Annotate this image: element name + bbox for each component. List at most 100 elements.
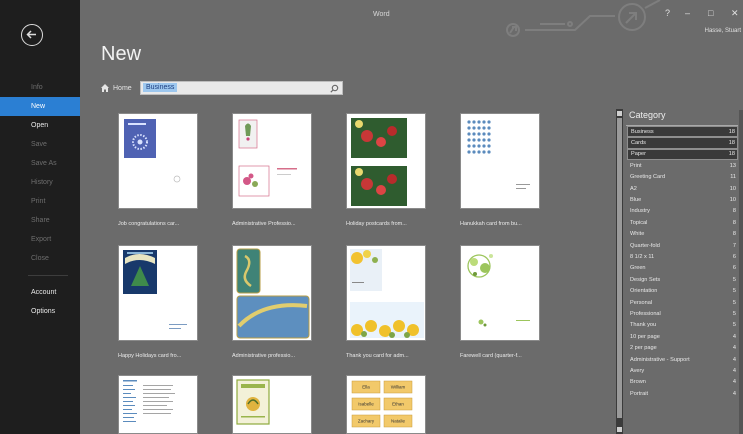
scroll-down-icon[interactable] [617, 427, 622, 432]
category-item[interactable]: Thank you 5 [627, 320, 738, 331]
nav-item-export[interactable]: Export [0, 230, 80, 249]
category-item[interactable]: Cards 18 [627, 137, 738, 149]
category-name: Design Sets [630, 276, 661, 283]
category-name: 8 1/2 x 11 [630, 253, 655, 260]
name-tag-text: Zachary [358, 419, 375, 424]
name-tag-text: Isabelle [358, 402, 374, 407]
category-item[interactable]: Brown 4 [627, 377, 738, 388]
category-count: 5 [732, 288, 736, 295]
template-thumbnail[interactable] [118, 113, 198, 209]
category-item[interactable]: Industry 8 [627, 206, 738, 217]
template-thumbnail[interactable] [232, 113, 312, 209]
page-scrollbar[interactable] [739, 110, 743, 434]
category-item[interactable]: Business 18 [627, 126, 738, 138]
close-button[interactable]: ✕ [731, 8, 739, 19]
category-count: 4 [732, 390, 736, 397]
backstage-sidebar: Info New Open Save Save As History Print… [0, 0, 80, 434]
category-item[interactable]: Personal 5 [627, 297, 738, 308]
nav-item-info[interactable]: Info [0, 78, 80, 97]
help-button[interactable]: ? [665, 8, 670, 18]
template-search-input[interactable]: Business [140, 81, 343, 95]
category-count: 4 [732, 367, 736, 374]
nav-item-account[interactable]: Account [0, 283, 80, 302]
category-item[interactable]: Professional 5 [627, 308, 738, 319]
category-name: Green [630, 265, 646, 272]
category-count: 8 [732, 231, 736, 238]
category-item[interactable]: Paper 18 [627, 148, 738, 161]
template-thumbnail[interactable] [460, 245, 540, 341]
category-item[interactable]: Administrative - Support 4 [627, 354, 738, 365]
signed-in-user[interactable]: Hasse, Stuart [705, 28, 741, 34]
nav-item-save[interactable]: Save [0, 135, 80, 154]
category-count: 4 [732, 345, 736, 352]
name-tag-text: Ethan [392, 402, 404, 407]
template-label: Happy Holidays card fro... [118, 353, 182, 359]
template-thumbnail[interactable] [118, 375, 198, 434]
template-thumbnail[interactable] [346, 113, 426, 209]
nav-item-history[interactable]: History [0, 173, 80, 192]
category-item[interactable]: White 8 [627, 229, 738, 240]
category-count: 18 [728, 140, 735, 147]
category-count: 4 [732, 333, 736, 340]
template-thumbnail[interactable]: Ella William Isabelle Ethan Zachary Nata… [346, 375, 426, 434]
nav-item-save-as[interactable]: Save As [0, 154, 80, 173]
category-item[interactable]: 8 1/2 x 11 6 [627, 251, 738, 262]
nav-item-share[interactable]: Share [0, 211, 80, 230]
search-value: Business [143, 83, 178, 92]
template-thumbnail[interactable] [232, 375, 312, 434]
nav-item-close[interactable]: Close [0, 249, 80, 268]
category-count: 10 [729, 185, 736, 192]
category-count: 5 [732, 310, 736, 317]
page-title: New [101, 43, 142, 65]
category-count: 5 [732, 322, 736, 329]
nav-item-print[interactable]: Print [0, 192, 80, 211]
template-thumbnail[interactable] [460, 113, 540, 209]
category-item[interactable]: Greeting Card 11 [627, 172, 738, 183]
category-name: Personal [630, 299, 653, 306]
template-label: Administrative professio... [232, 353, 295, 359]
template-thumbnail[interactable] [118, 245, 198, 341]
category-scrollbar[interactable] [616, 109, 623, 434]
maximize-button[interactable]: □ [708, 8, 713, 18]
window-title: Word [373, 11, 390, 18]
category-name: Professional [630, 310, 661, 317]
home-link[interactable]: Home [101, 84, 132, 92]
back-arrow-icon[interactable] [21, 24, 43, 46]
category-name: Brown [630, 379, 646, 386]
backstage-nav: Info New Open Save Save As History Print… [0, 78, 80, 321]
category-item[interactable]: Blue 10 [627, 194, 738, 205]
template-thumbnail[interactable] [346, 245, 426, 341]
category-count: 6 [732, 265, 736, 272]
nav-item-open[interactable]: Open [0, 116, 80, 135]
scrollbar-thumb[interactable] [617, 118, 622, 418]
category-item[interactable]: Topical 8 [627, 217, 738, 228]
category-item[interactable]: Portrait 4 [627, 388, 738, 399]
nav-item-new[interactable]: New [0, 97, 80, 116]
category-count: 6 [732, 253, 736, 260]
category-count: 13 [729, 162, 736, 169]
category-item[interactable]: Quarter-fold 7 [627, 240, 738, 251]
template-label: Job congratulations car... [118, 221, 180, 227]
template-thumbnail[interactable] [232, 245, 312, 341]
category-name: Thank you [630, 322, 657, 329]
category-item[interactable]: A2 10 [627, 183, 738, 194]
category-name: 2 per page [630, 345, 657, 352]
search-icon[interactable] [330, 84, 339, 93]
category-item[interactable]: Avery 4 [627, 365, 738, 376]
category-count: 5 [732, 299, 736, 306]
category-item[interactable]: Design Sets 5 [627, 274, 738, 285]
nav-item-options[interactable]: Options [0, 302, 80, 321]
category-item[interactable]: Orientation 5 [627, 285, 738, 296]
scroll-up-icon[interactable] [617, 111, 622, 116]
category-name: 10 per page [630, 333, 660, 340]
category-name: A2 [630, 185, 637, 192]
category-name: Blue [630, 197, 642, 204]
category-item[interactable]: Print 13 [627, 160, 738, 171]
minimize-button[interactable]: – [685, 8, 690, 18]
category-panel: Category Business 18 Cards 18 Paper 18 Print 13… [616, 109, 743, 434]
title-bar: Word ? – □ ✕ Hasse, Stuart [80, 0, 743, 40]
category-count: 11 [730, 174, 736, 181]
category-item[interactable]: Green 6 [627, 263, 738, 274]
category-item[interactable]: 2 per page 4 [627, 342, 738, 353]
category-item[interactable]: 10 per page 4 [627, 331, 738, 342]
